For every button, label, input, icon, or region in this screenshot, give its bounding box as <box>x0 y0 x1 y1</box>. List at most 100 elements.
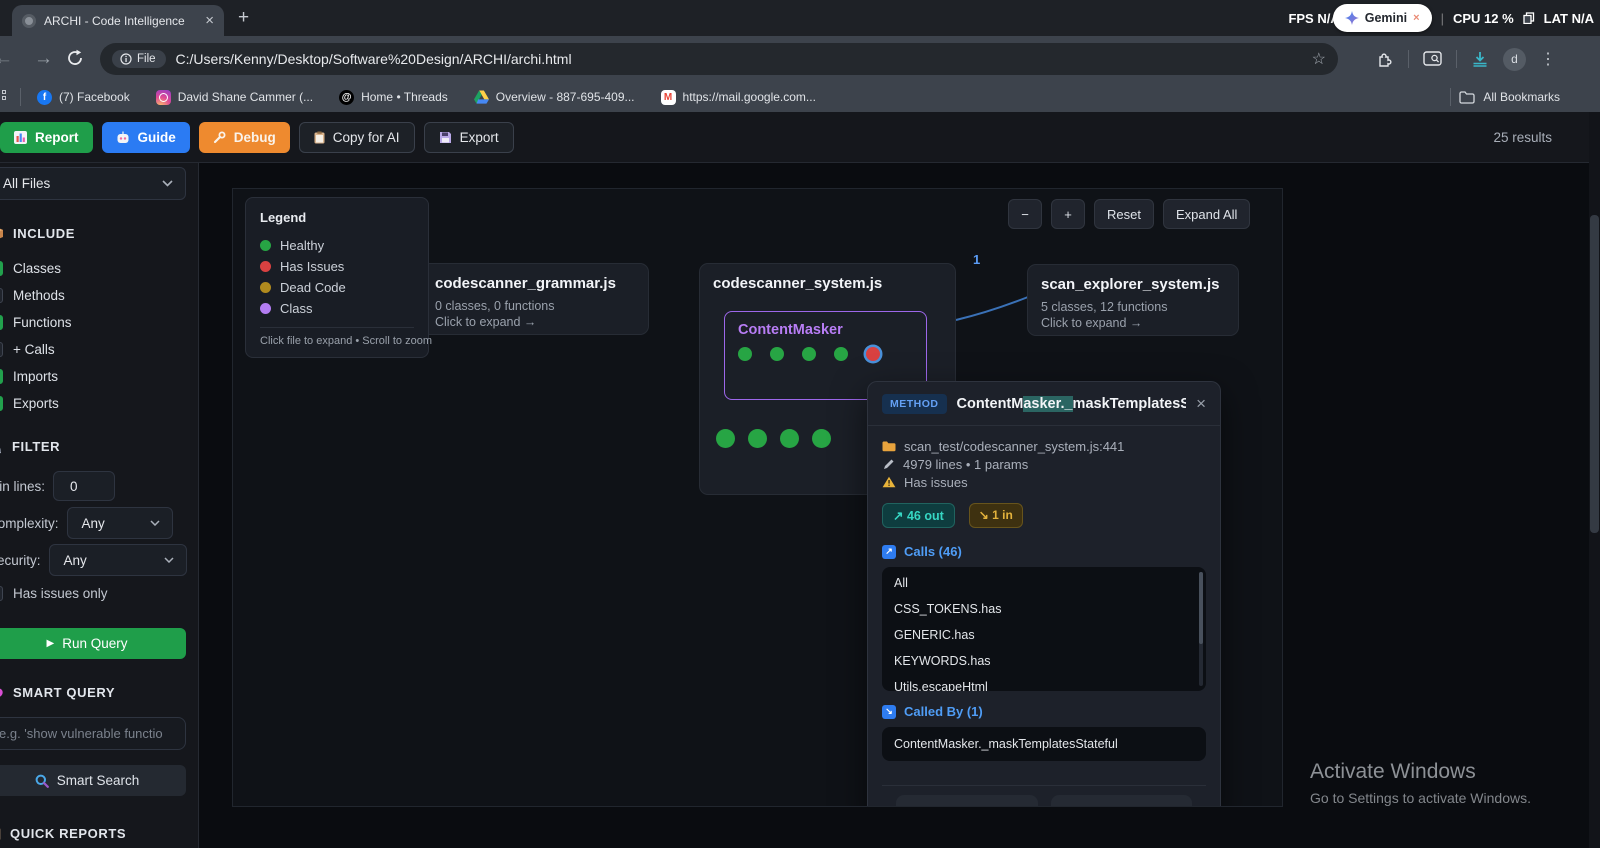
screen: ARCHI - Code Intelligence × + FPS N/A Ge… <box>0 0 1600 848</box>
called-by-list-item[interactable]: ContentMasker._maskTemplatesStateful <box>882 730 1206 758</box>
smart-query-input[interactable] <box>0 717 186 750</box>
run-query-button[interactable]: Run Query <box>0 628 186 659</box>
bookmark-drive[interactable]: Overview - 887-695-409... <box>473 90 635 104</box>
checkbox[interactable] <box>0 585 3 601</box>
gemini-pill[interactable]: Gemini × <box>1332 4 1432 32</box>
calls-list-item[interactable]: All <box>882 570 1206 596</box>
folder-icon <box>882 441 896 451</box>
calls-section-label: ↗ Calls (46) <box>882 544 1206 559</box>
calls-out-badge[interactable]: ↗ 46 out <box>882 503 955 528</box>
debug-button[interactable]: Debug <box>198 121 290 153</box>
folder-icon <box>1459 90 1475 104</box>
download-icon[interactable] <box>1471 50 1489 68</box>
include-functions[interactable]: Functions <box>0 312 72 332</box>
expand-all-button[interactable]: Expand All <box>1162 199 1251 229</box>
extensions-icon[interactable] <box>1376 50 1394 68</box>
bookmark-star-icon[interactable] <box>1312 49 1326 69</box>
zoom-in-button[interactable]: + <box>1051 199 1085 229</box>
edge-count-label: 1 <box>973 252 981 267</box>
warning-icon <box>882 476 896 488</box>
threads-icon <box>339 89 355 105</box>
bookmark-facebook[interactable]: (7) Facebook <box>37 89 130 105</box>
window-scrollbar-thumb[interactable] <box>1590 215 1599 533</box>
calls-list-item[interactable]: CSS_TOKENS.has <box>882 596 1206 622</box>
activate-windows-watermark: Activate Windows Go to Settings to activ… <box>1310 760 1531 806</box>
include-imports[interactable]: Imports <box>0 366 58 386</box>
checkbox[interactable] <box>0 341 3 357</box>
tab-close-icon[interactable]: × <box>205 13 214 28</box>
popup-footer-button-2[interactable] <box>1050 795 1192 806</box>
include-calls[interactable]: + Calls <box>0 339 55 359</box>
checkbox[interactable] <box>0 287 3 303</box>
method-dot[interactable] <box>780 429 799 448</box>
divider <box>260 327 414 328</box>
all-bookmarks-button[interactable]: All Bookmarks <box>1450 82 1560 112</box>
reading-mode-icon[interactable] <box>1423 50 1442 68</box>
method-dot[interactable] <box>802 347 816 361</box>
graph-canvas[interactable]: 1 Legend Healthy Has Issues Dead Code Cl… <box>232 188 1283 807</box>
back-icon[interactable]: ← <box>0 48 13 70</box>
popup-body: scan_test/codescanner_system.js:441 4979… <box>868 426 1220 806</box>
browser-menu-icon[interactable] <box>1540 49 1556 69</box>
reload-icon[interactable] <box>66 49 84 67</box>
gemini-close-icon[interactable]: × <box>1413 12 1419 24</box>
reset-button[interactable]: Reset <box>1094 199 1154 229</box>
bookmark-instagram[interactable]: David Shane Cammer (... <box>155 89 313 105</box>
min-lines-input[interactable] <box>53 471 116 501</box>
instagram-icon <box>155 89 171 105</box>
method-dot[interactable] <box>834 347 848 361</box>
calls-list-item[interactable]: Utils.escapeHtml <box>882 674 1206 691</box>
legend-title: Legend <box>260 210 307 225</box>
file-chip[interactable]: File <box>112 50 166 68</box>
method-dot[interactable] <box>716 429 735 448</box>
perf-hud: FPS N/A Gemini × | CPU 12 % LAT N/A <box>1288 0 1594 36</box>
smart-search-button[interactable]: Smart Search <box>0 765 186 796</box>
checkbox[interactable] <box>0 260 3 276</box>
browser-tab[interactable]: ARCHI - Code Intelligence × <box>12 5 224 36</box>
bookmark-gmail[interactable]: https://mail.google.com... <box>660 89 816 105</box>
layers-icon <box>1523 12 1534 24</box>
method-dot[interactable] <box>738 347 752 361</box>
security-select[interactable]: Any <box>48 544 187 576</box>
include-classes[interactable]: Classes <box>0 258 61 278</box>
called-by-list[interactable]: ContentMasker._maskTemplatesStateful <box>882 727 1206 761</box>
checkbox[interactable] <box>0 368 3 384</box>
include-exports[interactable]: Exports <box>0 393 59 413</box>
url-text[interactable]: C:/Users/Kenny/Desktop/Software%20Design… <box>176 51 1302 67</box>
file-node-scan-explorer-system[interactable]: scan_explorer_system.js 5 classes, 12 fu… <box>1027 264 1239 336</box>
close-icon[interactable] <box>1196 395 1206 412</box>
calls-out-icon: ↗ <box>882 544 896 559</box>
pencil-icon <box>884 459 894 469</box>
calls-in-badge[interactable]: ↘ 1 in <box>968 503 1023 528</box>
has-issues-only[interactable]: Has issues only <box>0 583 108 603</box>
checkbox[interactable] <box>0 314 3 330</box>
new-tab-button[interactable]: + <box>238 7 249 29</box>
include-methods[interactable]: Methods <box>0 285 65 305</box>
forward-icon[interactable]: → <box>34 48 53 70</box>
calls-list[interactable]: All CSS_TOKENS.has GENERIC.has KEYWORDS.… <box>882 567 1206 691</box>
url-bar[interactable]: File C:/Users/Kenny/Desktop/Software%20D… <box>100 43 1338 75</box>
method-dot[interactable] <box>748 429 767 448</box>
method-dot[interactable] <box>770 347 784 361</box>
report-button[interactable]: Report <box>0 121 93 153</box>
export-button[interactable]: Export <box>423 121 514 153</box>
checkbox[interactable] <box>0 395 3 411</box>
calls-list-item[interactable]: KEYWORDS.has <box>882 648 1206 674</box>
method-dot[interactable] <box>812 429 831 448</box>
bookmark-threads[interactable]: Home • Threads <box>339 89 448 105</box>
method-dot[interactable] <box>866 347 880 361</box>
scrollbar-thumb[interactable] <box>1199 572 1203 644</box>
calls-list-item[interactable]: GENERIC.has <box>882 622 1206 648</box>
zoom-out-button[interactable]: − <box>1008 199 1042 229</box>
min-lines-row: Min lines: <box>0 471 116 501</box>
copy-for-ai-button[interactable]: Copy for AI <box>298 121 415 153</box>
complexity-select[interactable]: Any <box>66 507 173 539</box>
profile-avatar[interactable]: d <box>1503 47 1526 71</box>
apps-grid-icon[interactable] <box>0 90 10 104</box>
legend-panel: Legend Healthy Has Issues Dead Code Clas… <box>245 197 432 358</box>
file-filter-select[interactable]: All Files <box>0 167 186 200</box>
popup-footer-button-1[interactable] <box>896 795 1038 806</box>
legend-item-has-issues: Has Issues <box>260 256 414 277</box>
file-node-codescanner-grammar[interactable]: codescanner_grammar.js 0 classes, 0 func… <box>421 263 649 335</box>
guide-button[interactable]: Guide <box>101 121 190 153</box>
